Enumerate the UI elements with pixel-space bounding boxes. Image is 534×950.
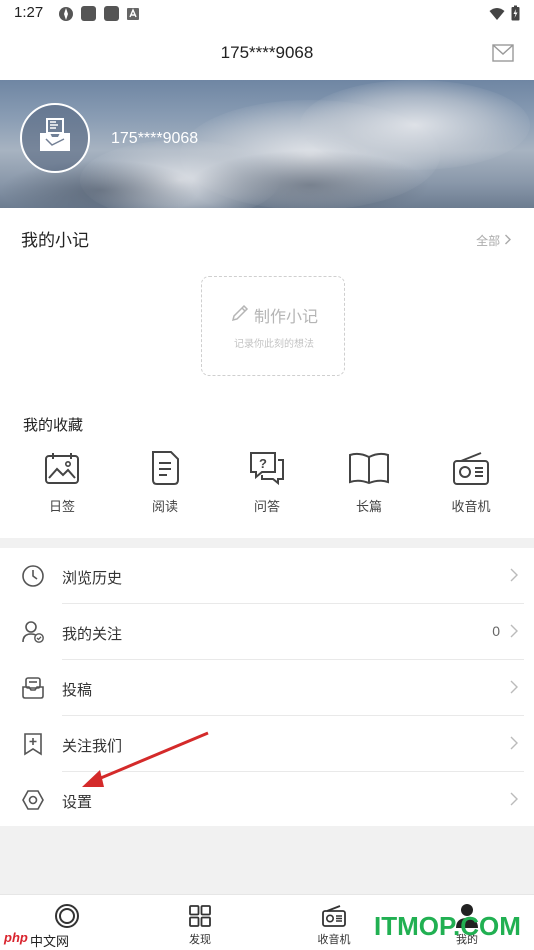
favorite-item-radio[interactable]: 收音机 xyxy=(431,448,511,515)
favorites-title: 我的收藏 xyxy=(23,416,84,434)
app-notification-icon xyxy=(126,6,140,25)
tab-label: 收音机 xyxy=(317,933,351,946)
status-system-icons xyxy=(489,5,520,25)
menu-item-label: 投稿 xyxy=(62,681,93,699)
chevron-right-icon xyxy=(510,791,518,810)
menu-item-label: 我的关注 xyxy=(62,625,123,643)
status-notification-icons xyxy=(58,5,140,26)
status-time: 1:27 xyxy=(14,4,44,21)
user-check-icon xyxy=(21,620,45,644)
notes-all-link[interactable]: 全部 xyxy=(476,232,512,249)
favorite-item-label: 收音机 xyxy=(451,500,491,515)
page-title: 175****9068 xyxy=(220,43,314,62)
status-bar: 1:27 xyxy=(0,0,534,28)
notes-all-label: 全部 xyxy=(476,234,501,248)
title-bar: 175****9068 xyxy=(0,28,534,80)
bookmark-plus-icon xyxy=(21,732,45,756)
svg-text:?: ? xyxy=(259,456,267,471)
wifi-icon xyxy=(489,6,505,25)
menu-item-submit[interactable]: 投稿 xyxy=(0,660,534,716)
app-notification-icon xyxy=(58,6,74,26)
menu-item-history[interactable]: 浏览历史 xyxy=(0,548,534,604)
chevron-right-icon xyxy=(504,234,512,248)
favorite-item-label: 日签 xyxy=(48,500,75,515)
favorite-item-label: 长篇 xyxy=(355,500,382,515)
document-icon xyxy=(125,448,205,488)
menu-item-label: 浏览历史 xyxy=(62,569,123,587)
menu-item-follow-us[interactable]: 关注我们 xyxy=(0,716,534,772)
profile-name: 175****9068 xyxy=(111,130,199,147)
menu-item-label: 关注我们 xyxy=(62,737,123,755)
profile-banner: 175****9068 xyxy=(0,80,534,208)
tab-label: 发现 xyxy=(189,933,211,946)
chevron-right-icon xyxy=(510,735,518,754)
avatar-placeholder-icon xyxy=(38,117,72,159)
favorite-item-longform[interactable]: 长篇 xyxy=(329,448,409,515)
favorite-item-reading[interactable]: 阅读 xyxy=(125,448,205,515)
mail-icon[interactable] xyxy=(492,44,514,66)
itmop-watermark: ITMOP.COM xyxy=(374,911,521,941)
favorites-section: 我的收藏 日签 阅读 ? 问答 长篇 收音机 xyxy=(0,398,534,538)
menu-list: 浏览历史 我的关注 0 投稿 关注我们 设置 xyxy=(0,548,534,826)
question-chat-icon: ? xyxy=(227,448,307,488)
favorite-item-label: 阅读 xyxy=(151,500,178,515)
tab-radio[interactable]: 收音机 xyxy=(289,903,379,947)
open-book-icon xyxy=(329,448,409,488)
grid-icon xyxy=(155,903,245,929)
menu-item-following[interactable]: 我的关注 0 xyxy=(0,604,534,660)
following-count: 0 xyxy=(492,623,500,639)
home-circle-icon xyxy=(22,903,112,929)
menu-item-settings[interactable]: 设置 xyxy=(0,772,534,828)
chevron-right-icon xyxy=(510,567,518,586)
app-notification-icon xyxy=(80,5,97,26)
php-watermark-text: 中文网 xyxy=(30,935,70,950)
battery-icon xyxy=(511,5,520,25)
radio-icon xyxy=(289,903,379,929)
hexagon-settings-icon xyxy=(21,788,45,812)
chevron-right-icon xyxy=(510,679,518,698)
favorite-item-qa[interactable]: ? 问答 xyxy=(227,448,307,515)
pencil-icon xyxy=(230,303,250,327)
app-notification-icon xyxy=(103,5,120,26)
make-note-label: 制作小记 xyxy=(253,307,318,326)
radio-icon xyxy=(431,448,511,488)
notes-section: 我的小记 全部 制作小记 记录你此刻的想法 xyxy=(0,208,534,398)
php-watermark-logo: php xyxy=(4,930,28,945)
favorite-item-daily[interactable]: 日签 xyxy=(22,448,102,515)
chevron-right-icon xyxy=(510,623,518,642)
favorite-item-label: 问答 xyxy=(253,500,280,515)
section-divider xyxy=(0,538,534,548)
tab-discover[interactable]: 发现 xyxy=(155,903,245,947)
empty-background xyxy=(0,826,534,894)
inbox-icon xyxy=(21,676,45,700)
clock-icon xyxy=(21,564,45,588)
make-note-card[interactable]: 制作小记 记录你此刻的想法 xyxy=(201,276,345,376)
tab-home[interactable] xyxy=(22,903,112,931)
notes-title: 我的小记 xyxy=(21,231,89,251)
calendar-photo-icon xyxy=(22,448,102,488)
menu-item-label: 设置 xyxy=(62,793,93,811)
avatar[interactable] xyxy=(20,103,90,173)
make-note-subtitle: 记录你此刻的想法 xyxy=(234,339,314,350)
